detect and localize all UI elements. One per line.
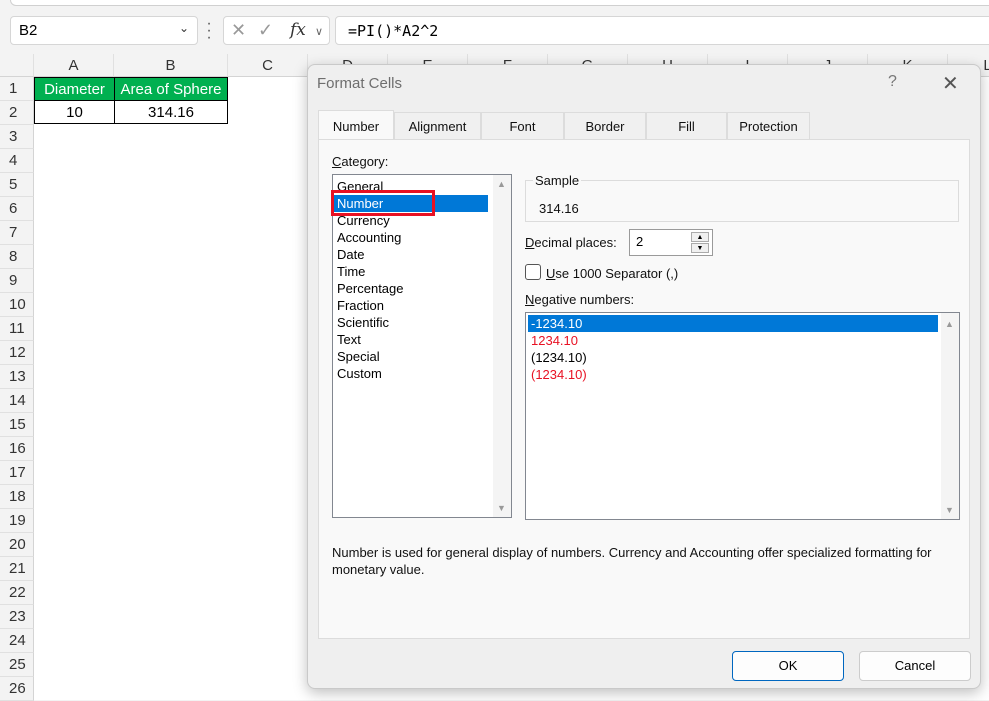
more-options-icon[interactable]: · · · xyxy=(206,16,212,46)
ok-button[interactable]: OK xyxy=(732,651,844,681)
tab-border[interactable]: Border xyxy=(564,112,646,139)
category-description: Number is used for general display of nu… xyxy=(332,545,932,577)
row-header-18[interactable]: 18 xyxy=(0,485,34,509)
scroll-down-icon[interactable]: ▼ xyxy=(497,503,506,513)
tab-fill[interactable]: Fill xyxy=(646,112,727,139)
close-icon[interactable]: ✕ xyxy=(942,71,959,96)
row-header-13[interactable]: 13 xyxy=(0,365,34,389)
row-header-2[interactable]: 2 xyxy=(0,101,34,125)
negative-format-option[interactable]: (1234.10) xyxy=(528,349,938,366)
category-scrollbar[interactable]: ▲ ▼ xyxy=(493,175,511,517)
increment-icon[interactable]: ▲ xyxy=(691,232,709,242)
column-header-c[interactable]: C xyxy=(228,54,308,77)
chevron-down-icon[interactable]: ∨ xyxy=(315,25,323,38)
sample-label: Sample xyxy=(533,173,582,188)
scroll-down-icon[interactable]: ▼ xyxy=(945,505,954,515)
row-header-19[interactable]: 19 xyxy=(0,509,34,533)
row-header-9[interactable]: 9 xyxy=(0,269,34,293)
cell-b1[interactable]: Area of Sphere xyxy=(114,77,228,101)
row-header-24[interactable]: 24 xyxy=(0,629,34,653)
cell-b2[interactable]: 314.16 xyxy=(114,100,228,124)
category-item-custom[interactable]: Custom xyxy=(337,365,487,382)
row-header-23[interactable]: 23 xyxy=(0,605,34,629)
cancel-button[interactable]: Cancel xyxy=(859,651,971,681)
sample-group: Sample 314.16 xyxy=(525,173,959,222)
category-item-percentage[interactable]: Percentage xyxy=(337,280,487,297)
decimal-places-stepper[interactable]: 2 ▲ ▼ xyxy=(629,229,713,256)
row-header-26[interactable]: 26 xyxy=(0,677,34,701)
category-item-accounting[interactable]: Accounting xyxy=(337,229,487,246)
tab-protection[interactable]: Protection xyxy=(727,112,810,139)
format-cells-dialog: Format Cells ? ✕ Number Alignment Font B… xyxy=(307,64,981,689)
row-header-12[interactable]: 12 xyxy=(0,341,34,365)
row-header-22[interactable]: 22 xyxy=(0,581,34,605)
row-header-10[interactable]: 10 xyxy=(0,293,34,317)
category-item-text[interactable]: Text xyxy=(337,331,487,348)
insert-function-icon[interactable]: fx xyxy=(290,20,306,40)
row-header-1[interactable]: 1 xyxy=(0,77,34,101)
cell-a1[interactable]: Diameter xyxy=(34,77,115,101)
scroll-up-icon[interactable]: ▲ xyxy=(497,179,506,189)
tab-alignment[interactable]: Alignment xyxy=(394,112,481,139)
row-header-14[interactable]: 14 xyxy=(0,389,34,413)
decimal-places-value: 2 xyxy=(636,234,644,249)
formula-input[interactable]: =PI()*A2^2 xyxy=(335,16,989,45)
cancel-icon[interactable]: ✕ xyxy=(231,20,246,41)
select-all-corner[interactable] xyxy=(0,54,34,77)
row-header-15[interactable]: 15 xyxy=(0,413,34,437)
dialog-title: Format Cells xyxy=(317,75,403,92)
category-item-time[interactable]: Time xyxy=(337,263,487,280)
cell-a2[interactable]: 10 xyxy=(34,100,115,124)
ribbon-strip xyxy=(10,0,989,6)
row-header-3[interactable]: 3 xyxy=(0,125,34,149)
decrement-icon[interactable]: ▼ xyxy=(691,243,709,253)
thousand-separator-label[interactable]: Use 1000 Separator (,) xyxy=(546,266,678,281)
formula-controls: ✕ ✓ fx ∨ xyxy=(223,16,330,45)
row-header-5[interactable]: 5 xyxy=(0,173,34,197)
negative-format-option[interactable]: (1234.10) xyxy=(528,366,938,383)
negative-numbers-label: Negative numbers: xyxy=(525,292,635,307)
category-label: Category: xyxy=(332,154,389,169)
chevron-down-icon[interactable]: ⌄ xyxy=(179,21,189,35)
name-box-value: B2 xyxy=(19,22,38,39)
sample-value: 314.16 xyxy=(539,201,579,216)
row-header-7[interactable]: 7 xyxy=(0,221,34,245)
column-header-b[interactable]: B xyxy=(114,54,228,77)
row-header-8[interactable]: 8 xyxy=(0,245,34,269)
category-item-fraction[interactable]: Fraction xyxy=(337,297,487,314)
row-header-25[interactable]: 25 xyxy=(0,653,34,677)
row-header-16[interactable]: 16 xyxy=(0,437,34,461)
category-item-scientific[interactable]: Scientific xyxy=(337,314,487,331)
row-header-4[interactable]: 4 xyxy=(0,149,34,173)
enter-check-icon[interactable]: ✓ xyxy=(258,20,273,41)
scroll-up-icon[interactable]: ▲ xyxy=(945,319,954,329)
row-header-11[interactable]: 11 xyxy=(0,317,34,341)
decimal-places-label: Decimal places: xyxy=(525,235,617,250)
help-icon[interactable]: ? xyxy=(888,73,897,91)
negative-numbers-list[interactable]: -1234.10 1234.10 (1234.10) (1234.10) ▲ ▼ xyxy=(525,312,960,520)
ribbon-edge xyxy=(0,0,989,10)
row-header-20[interactable]: 20 xyxy=(0,533,34,557)
negative-format-option[interactable]: 1234.10 xyxy=(528,332,938,349)
category-item-date[interactable]: Date xyxy=(337,246,487,263)
negative-scrollbar[interactable]: ▲ ▼ xyxy=(941,313,959,519)
category-item-special[interactable]: Special xyxy=(337,348,487,365)
tab-font[interactable]: Font xyxy=(481,112,564,139)
row-header-17[interactable]: 17 xyxy=(0,461,34,485)
thousand-separator-checkbox[interactable] xyxy=(525,264,541,280)
tab-number[interactable]: Number xyxy=(318,110,394,139)
name-box[interactable]: B2 ⌄ xyxy=(10,16,198,45)
row-header-21[interactable]: 21 xyxy=(0,557,34,581)
negative-format-option[interactable]: -1234.10 xyxy=(528,315,938,332)
column-header-a[interactable]: A xyxy=(34,54,114,77)
row-header-6[interactable]: 6 xyxy=(0,197,34,221)
highlight-annotation xyxy=(331,190,435,216)
category-list[interactable]: General Number Currency Accounting Date Time P… xyxy=(331,174,512,518)
number-tab-panel: Category: General Number Currency Accountin… xyxy=(318,139,970,639)
